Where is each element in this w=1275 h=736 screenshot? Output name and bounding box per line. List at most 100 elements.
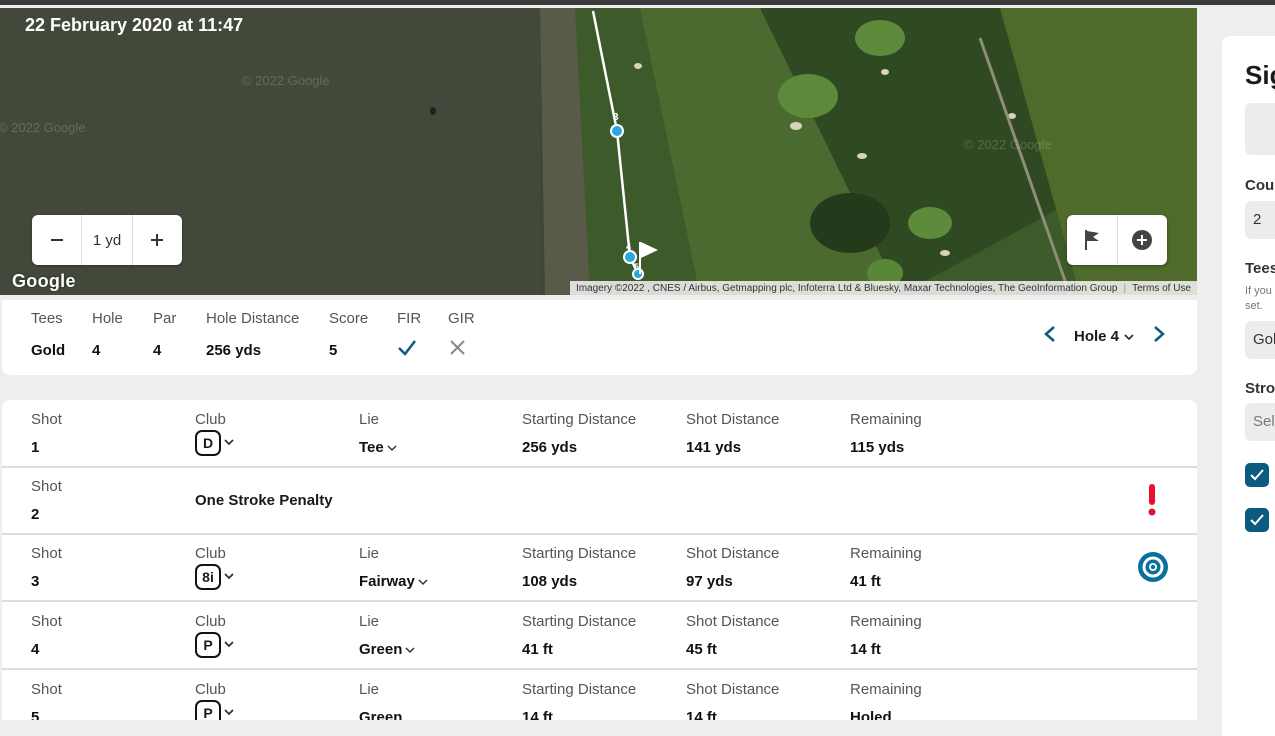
check-icon	[1250, 469, 1264, 481]
remaining-label: Remaining	[850, 411, 922, 428]
side-panel-title: Sig	[1245, 60, 1275, 90]
tees-value: Gol	[1253, 331, 1275, 348]
check-icon	[398, 340, 416, 356]
next-hole-button[interactable]	[1151, 324, 1167, 349]
chevron-down-icon	[387, 444, 397, 451]
shot-row: Shot 4 Club P Lie Green Starting Distance…	[2, 602, 1197, 670]
divider: |	[1123, 282, 1127, 294]
starting-distance-label: Starting Distance	[522, 411, 637, 428]
gir-toggle[interactable]	[448, 338, 475, 363]
previous-hole-button[interactable]	[1042, 324, 1058, 349]
shot-distance-value: 14 ft	[686, 709, 717, 720]
starting-distance-label: Starting Distance	[522, 545, 637, 562]
shot-label: Shot	[31, 411, 62, 428]
penalty-text: One Stroke Penalty	[195, 492, 333, 509]
column-label: Tees	[31, 310, 63, 327]
add-circle-icon	[1132, 230, 1153, 250]
lie-label: Lie	[359, 613, 380, 630]
checkbox[interactable]	[1245, 508, 1269, 532]
lie-value: Fairway	[359, 573, 415, 590]
remaining-value: 41 ft	[850, 573, 881, 590]
shot-row: Shot 5 Club P Lie Green Starting Distance…	[2, 670, 1197, 720]
course-map[interactable]: © 2022 Google © 2022 Google © 2022 Googl…	[0, 8, 1197, 295]
lie-select[interactable]: Fairway	[359, 573, 429, 590]
shot-row-penalty: Shot 2 One Stroke Penalty	[2, 467, 1197, 535]
zoom-control: 1 yd	[32, 215, 182, 265]
side-panel-card[interactable]	[1245, 103, 1275, 155]
club-badge: P	[195, 700, 221, 720]
chevron-down-icon	[224, 641, 234, 648]
gir-column: GIR	[448, 310, 475, 363]
shot-number: 4	[31, 641, 40, 658]
hole-distance-value: 256 yds	[206, 342, 262, 359]
zoom-in-button[interactable]	[133, 215, 182, 265]
column-label: Hole	[92, 310, 123, 327]
column-label: Par	[153, 310, 177, 327]
hole-select[interactable]: Hole 4	[1074, 328, 1135, 345]
club-select[interactable]: P	[195, 630, 235, 658]
shot-label: Shot	[31, 545, 62, 562]
lie-value: Tee	[359, 439, 384, 456]
shot-distance-label: Shot Distance	[686, 545, 780, 562]
remaining-value: Holed	[850, 709, 892, 720]
remaining-label: Remaining	[850, 613, 922, 630]
flag-button[interactable]	[1067, 215, 1117, 265]
lie-select[interactable]: Green	[359, 641, 416, 658]
starting-distance-label: Starting Distance	[522, 681, 637, 698]
club-badge: 8i	[195, 564, 221, 590]
shot-distance-value: 97 yds	[686, 573, 733, 590]
chevron-down-icon	[224, 573, 234, 580]
hole-column: Hole 4	[92, 310, 123, 359]
minus-icon	[50, 239, 63, 241]
lie-value: Green	[359, 709, 403, 720]
stroke-placeholder: Sele	[1253, 413, 1275, 430]
map-watermark: © 2022 Google	[964, 137, 1052, 152]
chevron-down-icon	[1124, 333, 1134, 340]
column-label: GIR	[448, 310, 475, 327]
check-icon	[1250, 514, 1264, 526]
plus-icon	[151, 234, 164, 246]
starting-distance-value: 108 yds	[522, 573, 578, 590]
club-select[interactable]: P	[195, 698, 235, 720]
exclamation-icon	[1148, 484, 1156, 516]
course-label: Cour	[1245, 177, 1275, 194]
hole-select-label: Hole 4	[1074, 328, 1120, 345]
tees-hint: set.	[1245, 300, 1263, 312]
shot-distance-label: Shot Distance	[686, 613, 780, 630]
club-label: Club	[195, 613, 226, 630]
shot-number: 1	[31, 439, 40, 456]
fir-toggle[interactable]	[397, 338, 421, 363]
round-datetime: 22 February 2020 at 11:47	[25, 15, 244, 35]
lie-select[interactable]: Tee	[359, 439, 398, 456]
lie-select[interactable]: Green	[359, 709, 402, 720]
remaining-value: 14 ft	[850, 641, 881, 658]
chevron-down-icon	[224, 439, 234, 446]
column-label: Score	[329, 310, 369, 327]
shot-number: 5	[31, 709, 40, 720]
shot-label: Shot	[31, 681, 62, 698]
course-value: 2	[1253, 211, 1262, 228]
window-top-bar	[0, 0, 1275, 5]
starting-distance-value: 41 ft	[522, 641, 553, 658]
club-badge: P	[195, 632, 221, 658]
attribution-text: Imagery ©2022 , CNES / Airbus, Getmappin…	[575, 282, 1118, 294]
chevron-left-icon	[1044, 326, 1055, 342]
lie-label: Lie	[359, 681, 380, 698]
club-select[interactable]: 8i	[195, 562, 235, 590]
add-shot-button[interactable]	[1116, 215, 1168, 265]
starting-distance-value: 256 yds	[522, 439, 578, 456]
shot-number: 2	[31, 506, 40, 523]
shot-number: 3	[31, 573, 40, 590]
shot-row: Shot 3 Club 8i Lie Fairway Starting Dista…	[2, 534, 1197, 602]
zoom-out-button[interactable]	[32, 215, 81, 265]
remaining-label: Remaining	[850, 545, 922, 562]
stroke-label: Strol	[1245, 380, 1275, 397]
checkbox[interactable]	[1245, 463, 1269, 487]
terms-link[interactable]: Terms of Use	[1132, 283, 1191, 294]
shots-list: Shot 1 Club D Lie Tee Starting Distance 25…	[2, 400, 1197, 720]
club-select[interactable]: D	[195, 428, 235, 456]
hole-navigation: Hole 4	[1042, 324, 1167, 349]
club-label: Club	[195, 681, 226, 698]
map-watermark: © 2022 Google	[0, 120, 86, 135]
chevron-right-icon	[1154, 326, 1165, 342]
